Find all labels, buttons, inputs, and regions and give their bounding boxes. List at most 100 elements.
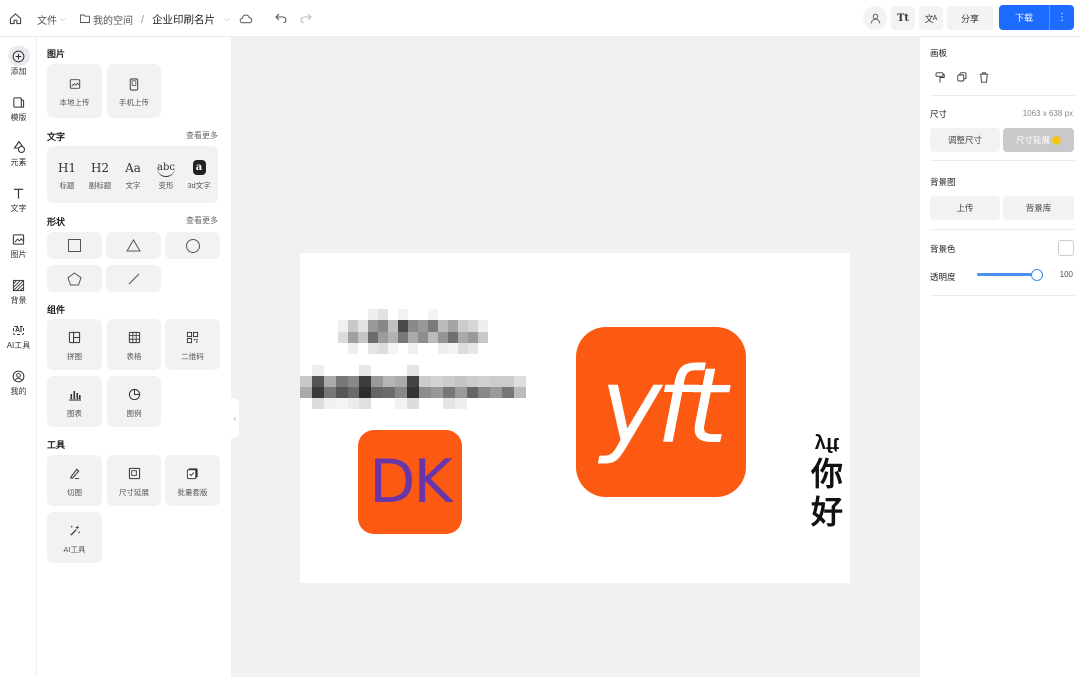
text-style-h2[interactable]: H2 副标题 [83, 146, 117, 203]
chevron-down-icon: ⌵ [60, 15, 66, 23]
rotated-text: yft [814, 433, 840, 455]
qrcode-button[interactable]: 二维码 [165, 319, 220, 370]
tile-label: 标题 [59, 180, 75, 190]
triangle-icon [126, 239, 141, 252]
copy-icon[interactable] [956, 71, 968, 83]
phone-upload-icon [129, 74, 139, 94]
download-button[interactable]: 下载 ⋮ [999, 5, 1074, 30]
text-style-h1[interactable]: H1 标题 [50, 146, 84, 203]
chart-icon [68, 385, 82, 405]
tile-label: 图例 [126, 408, 142, 418]
resize-extend-button[interactable]: 尺寸延展 [107, 455, 161, 506]
redo-icon[interactable] [299, 11, 313, 25]
rail-label: 模版 [10, 113, 27, 122]
pixelated-text-line-1[interactable] [338, 309, 488, 354]
delete-icon[interactable] [978, 71, 990, 83]
shape-line[interactable] [106, 265, 161, 292]
text-style-body[interactable]: Aa 文字 [116, 146, 150, 203]
image-icon [8, 229, 30, 249]
resize-button[interactable]: 调整尺寸 [930, 128, 1000, 152]
cloud-icon[interactable] [238, 11, 254, 25]
shape-square[interactable] [47, 232, 102, 259]
shape-more-link[interactable]: 查看更多 [186, 215, 218, 226]
collapse-panel-handle[interactable]: ‹ [231, 398, 239, 438]
tile-label: 二维码 [181, 351, 204, 361]
batch-template-button[interactable]: 批量套版 [165, 455, 220, 506]
opacity-slider[interactable] [977, 269, 1043, 281]
bgcolor-swatch[interactable] [1058, 240, 1074, 256]
pixelated-text-line-2[interactable] [300, 365, 526, 409]
extend-button[interactable]: 尺寸延展 [1003, 128, 1074, 152]
left-rail: 添加 模版 元素 文字 图片 背景 AI AI工具 我的 [0, 37, 37, 677]
tile-label: 表格 [126, 351, 142, 361]
rail-item-background[interactable]: 背景 [0, 275, 37, 306]
vertical-text[interactable]: yft 你 好 [805, 433, 849, 531]
canvas-section-title: 画板 [930, 48, 948, 58]
logo-dk[interactable]: DK [358, 430, 462, 534]
more-vertical-icon[interactable]: ⋮ [1050, 12, 1074, 23]
design-canvas[interactable]: DK yft yft 你 好 [300, 253, 850, 583]
translate-icon[interactable]: 文A [919, 6, 943, 30]
rail-item-elements[interactable]: 元素 [0, 137, 37, 168]
rail-label: 我的 [10, 387, 27, 396]
legend-button[interactable]: 图例 [107, 376, 161, 427]
chevron-left-icon: ‹ [233, 413, 237, 423]
shape-pentagon[interactable] [47, 265, 102, 292]
breadcrumb-space[interactable]: 我的空间 [93, 12, 133, 27]
size-label: 尺寸 [930, 109, 948, 119]
tile-label: 图表 [67, 408, 82, 418]
rail-item-ai[interactable]: AI AI工具 [0, 320, 37, 351]
ai-tool-button[interactable]: AI工具 [47, 512, 102, 563]
template-icon [8, 92, 30, 112]
collage-button[interactable]: 拼图 [47, 319, 102, 370]
divider [930, 229, 1075, 230]
elements-icon [8, 137, 30, 157]
format-painter-icon[interactable] [934, 71, 946, 83]
slice-button[interactable]: 切图 [47, 455, 102, 506]
background-library-button[interactable]: 背景库 [1003, 196, 1074, 220]
home-icon[interactable] [7, 10, 23, 26]
text-more-link[interactable]: 查看更多 [186, 130, 218, 141]
rail-label: 添加 [10, 67, 27, 76]
section-title-text: 文字 [47, 132, 66, 142]
section-title-image: 图片 [47, 49, 66, 59]
crown-icon [1052, 135, 1061, 145]
shape-triangle[interactable] [106, 232, 161, 259]
3d-glyph-letter: a [192, 160, 206, 175]
slider-thumb[interactable] [1031, 269, 1043, 281]
divider [930, 95, 1075, 96]
chart-button[interactable]: 图表 [47, 376, 102, 427]
local-upload-icon [69, 74, 81, 94]
text-size-icon[interactable]: Tt [891, 6, 915, 30]
pie-icon [128, 385, 141, 405]
shape-circle[interactable] [165, 232, 220, 259]
document-title[interactable]: 企业印刷名片 [152, 12, 215, 27]
rail-label: 图片 [10, 250, 27, 259]
file-menu[interactable]: 文件 ⌵ [37, 12, 66, 28]
user-icon[interactable] [863, 6, 887, 30]
rail-item-text[interactable]: 文字 [0, 183, 37, 214]
slice-icon [68, 464, 81, 484]
tile-label: 手机上传 [119, 98, 149, 107]
rail-item-mine[interactable]: 我的 [0, 366, 37, 397]
upload-button[interactable]: 上传 [930, 196, 1000, 220]
chevron-down-icon[interactable]: ⌵ [224, 16, 229, 24]
text-style-warp[interactable]: abc 变形 [149, 146, 183, 203]
rail-label: 文字 [10, 204, 27, 213]
rail-item-image[interactable]: 图片 [0, 229, 37, 260]
share-button[interactable]: 分享 [947, 6, 993, 30]
undo-icon[interactable] [274, 11, 288, 25]
rail-item-add[interactable]: 添加 [0, 46, 37, 77]
workspace: DK yft yft 你 好 [231, 37, 919, 677]
rail-item-template[interactable]: 模版 [0, 92, 37, 123]
tile-label: 拼图 [67, 351, 82, 361]
top-bar: 文件 ⌵ 我的空间 / 企业印刷名片 ⌵ Tt 文A 分享 下载 ⋮ [0, 0, 1080, 37]
local-upload-button[interactable]: 本地上传 [47, 64, 102, 118]
logo-yft[interactable]: yft [576, 327, 746, 497]
text-hao: 好 [810, 493, 843, 531]
tile-label: 3d文字 [187, 180, 211, 190]
text-style-3d[interactable]: a 3d文字 [182, 146, 216, 203]
tile-label: AI工具 [63, 544, 86, 554]
table-button[interactable]: 表格 [107, 319, 161, 370]
phone-upload-button[interactable]: 手机上传 [107, 64, 161, 118]
